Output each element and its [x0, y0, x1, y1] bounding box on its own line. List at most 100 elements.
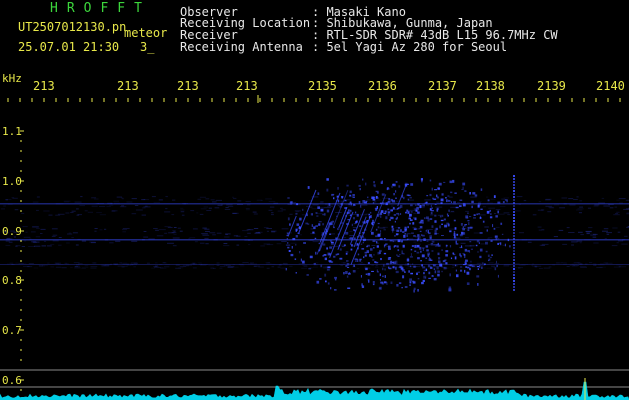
noise-mark [503, 197, 509, 199]
noise-mark [539, 244, 545, 246]
noise-mark [171, 231, 177, 233]
signal-mark [496, 260, 497, 264]
signal-mark [471, 205, 473, 209]
signal-mark [488, 259, 490, 262]
signal-mark [430, 211, 433, 215]
signal-mark [420, 250, 422, 253]
signal-mark [470, 260, 472, 263]
signal-mark [422, 234, 425, 237]
noise-mark [470, 196, 477, 198]
spike-mark [513, 271, 515, 273]
noise-mark [236, 235, 241, 237]
signal-mark [413, 235, 416, 237]
noise-mark [538, 229, 542, 231]
signal-mark [409, 222, 411, 225]
signal-mark [355, 211, 357, 214]
signal-mark [303, 242, 306, 244]
noise-mark [366, 199, 371, 201]
noise-mark [271, 214, 274, 216]
signal-mark [455, 243, 459, 245]
signal-mark [452, 179, 455, 183]
noise-mark [617, 231, 621, 233]
signal-mark [394, 235, 396, 237]
signal-mark [336, 253, 339, 255]
noise-mark [225, 207, 229, 208]
noise-mark [51, 236, 56, 237]
x-tick-label: 2136 [368, 79, 397, 93]
signal-mark [366, 244, 370, 247]
signal-mark [485, 250, 488, 253]
noise-mark [52, 234, 58, 236]
signal-mark [481, 266, 483, 269]
noise-mark [263, 243, 271, 245]
noise-mark [361, 204, 368, 206]
signal-mark [322, 243, 326, 246]
noise-mark [553, 236, 558, 238]
signal-mark [375, 261, 379, 264]
signal-mark [388, 188, 390, 190]
noise-mark [390, 205, 394, 207]
signal-mark [437, 273, 440, 277]
noise-mark [569, 204, 576, 206]
noise-mark [81, 267, 89, 268]
noise-mark [281, 228, 289, 230]
spike-mark [513, 214, 515, 216]
signal-mark [454, 235, 456, 239]
noise-mark [177, 227, 181, 229]
noise-mark [507, 214, 511, 216]
signal-mark [307, 223, 310, 225]
noise-mark [289, 265, 293, 267]
signal-mark [397, 227, 401, 229]
signal-mark [386, 188, 388, 191]
signal-mark [431, 275, 434, 277]
signal-mark [299, 251, 301, 254]
signal-mark [449, 273, 451, 277]
signal-mark [465, 215, 469, 219]
signal-mark [430, 243, 434, 245]
signal-mark [410, 204, 413, 207]
noise-mark [197, 262, 202, 264]
signal-mark [467, 212, 469, 214]
noise-mark [79, 205, 85, 207]
streak-mark [397, 184, 407, 207]
signal-mark [319, 278, 322, 280]
signal-mark [478, 242, 480, 244]
signal-mark [331, 222, 334, 225]
signal-mark [337, 199, 340, 203]
noise-mark [242, 262, 249, 264]
signal-mark [375, 235, 378, 238]
signal-mark [501, 233, 504, 235]
axes-layer: kHz 1.1 1.0 0.9 0.8 0.7 0.6 213 213 213 213 2135 213… [0, 72, 629, 391]
noise-mark [5, 240, 10, 242]
noise-mark [133, 266, 136, 268]
noise-mark [28, 263, 34, 265]
spike-mark [513, 241, 515, 243]
noise-mark [413, 212, 417, 214]
noise-mark [151, 196, 156, 198]
noise-mark [236, 244, 240, 246]
signal-mark [315, 225, 318, 227]
signal-mark [345, 253, 348, 255]
noise-mark [84, 265, 89, 267]
signal-mark [455, 206, 459, 209]
signal-mark [500, 222, 503, 225]
noise-mark [46, 245, 52, 247]
signal-mark [425, 268, 428, 271]
noise-mark [545, 205, 552, 207]
signal-mark [434, 270, 437, 274]
signal-mark [392, 230, 394, 233]
signal-mark [497, 274, 499, 278]
noise-mark [226, 204, 233, 206]
signal-mark [381, 193, 385, 196]
spike-mark [513, 250, 515, 252]
signal-mark [380, 181, 383, 184]
signal-mark [373, 247, 375, 249]
signal-mark [477, 250, 479, 253]
signal-mark [437, 270, 440, 273]
signal-mark [383, 212, 387, 214]
signal-mark [396, 245, 399, 248]
signal-mark [497, 242, 499, 245]
noise-mark [313, 266, 318, 268]
signal-mark [480, 208, 483, 210]
noise-mark [203, 206, 209, 208]
